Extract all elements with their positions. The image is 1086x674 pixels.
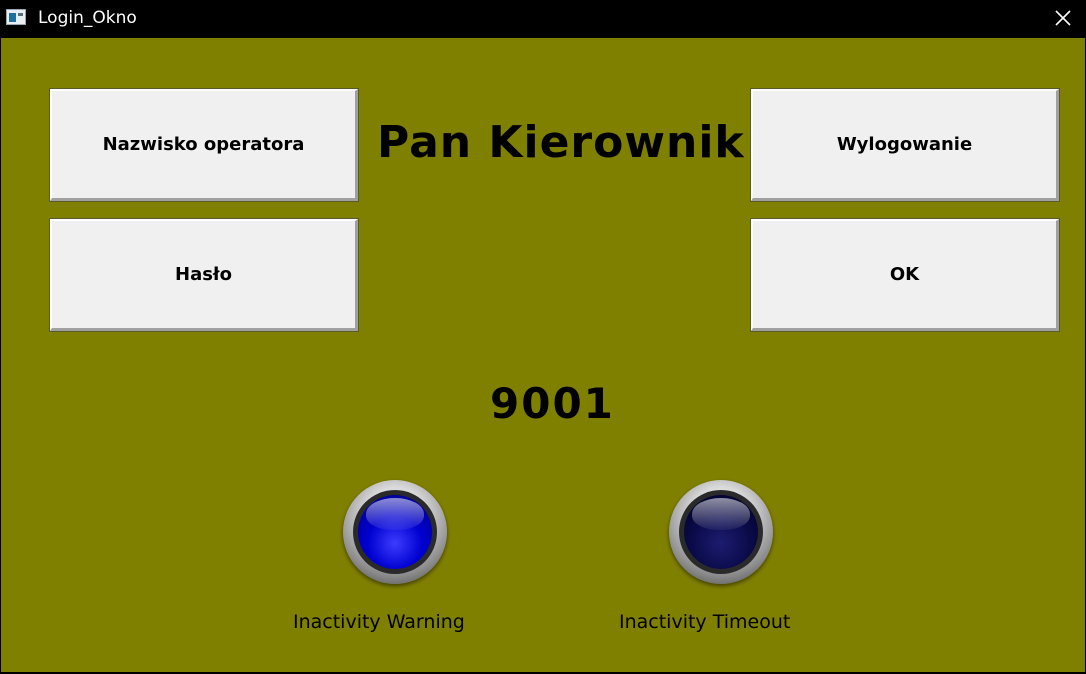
inactivity-warning-label: Inactivity Warning	[293, 611, 465, 633]
logout-button[interactable]: Wylogowanie	[750, 88, 1060, 202]
password-button[interactable]: Hasło	[49, 218, 359, 332]
app-window-icon	[6, 9, 26, 25]
operator-code-display: 9001	[490, 379, 615, 428]
inactivity-timeout-lamp-icon	[669, 480, 773, 584]
title-bar[interactable]: Login_Okno	[0, 0, 1086, 38]
operator-name-display: Pan Kierownik	[377, 117, 745, 168]
close-button[interactable]	[1048, 4, 1078, 32]
login-panel: Nazwisko operatora Hasło Wylogowanie OK …	[1, 38, 1085, 672]
login-window: Login_Okno Nazwisko operatora Hasło Wylo…	[0, 0, 1086, 674]
close-icon	[1055, 10, 1071, 26]
inactivity-timeout-label: Inactivity Timeout	[619, 611, 791, 633]
ok-button[interactable]: OK	[750, 218, 1060, 332]
inactivity-warning-lamp-icon	[343, 480, 447, 584]
window-title: Login_Okno	[38, 8, 137, 28]
operator-name-button[interactable]: Nazwisko operatora	[49, 88, 359, 202]
